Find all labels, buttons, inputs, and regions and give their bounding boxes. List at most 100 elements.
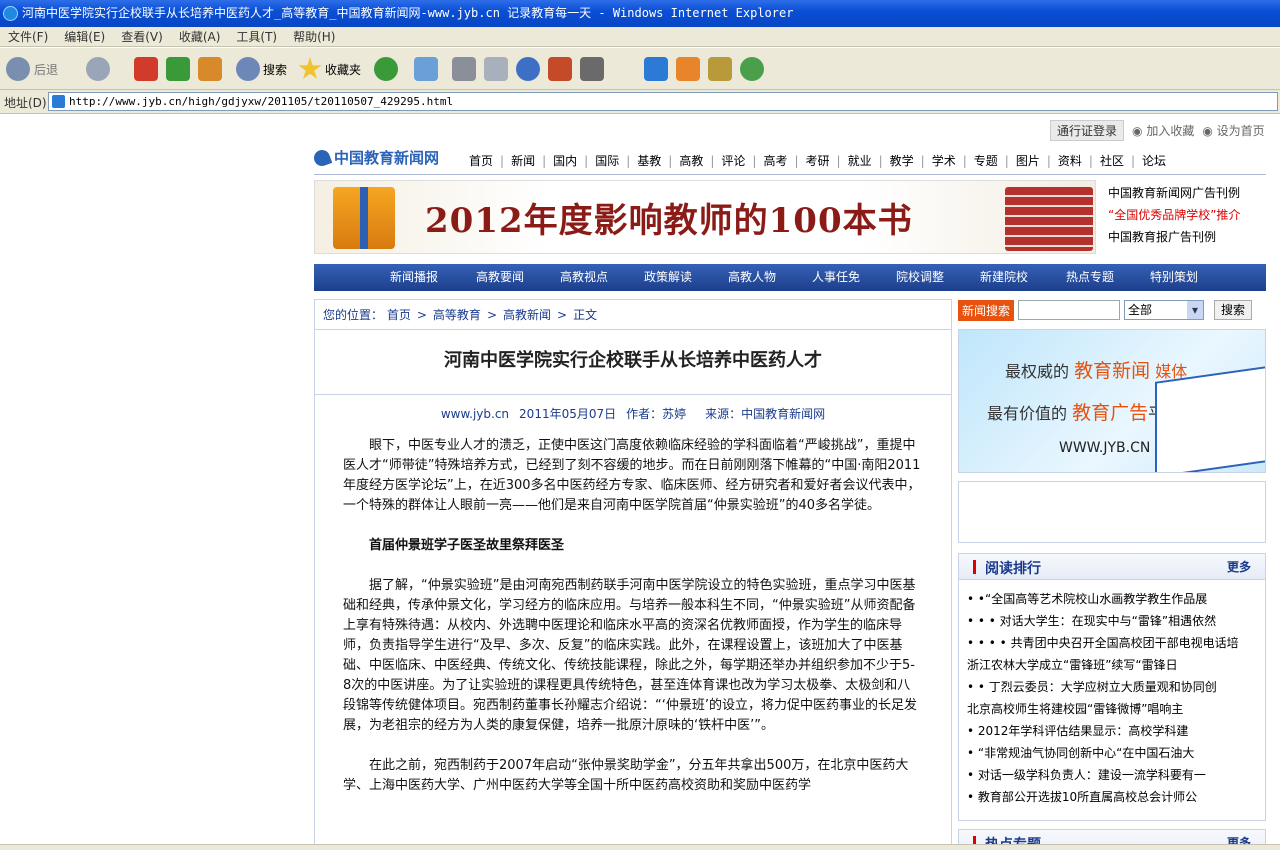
ad-url: WWW.JYB.CN	[1059, 440, 1151, 456]
nav-item[interactable]: 评论	[718, 152, 748, 169]
breadcrumb: 您的位置： 首页 > 高等教育 > 高教新闻 > 正文	[315, 300, 951, 330]
back-button[interactable]: 后退	[6, 54, 58, 84]
rank-more-link[interactable]: 更多	[1227, 558, 1251, 575]
ad-highlight: 教育新闻	[1074, 360, 1151, 382]
plugin-icon	[644, 57, 668, 81]
research-button[interactable]	[580, 54, 604, 84]
mail-icon	[414, 57, 438, 81]
login-button[interactable]: 通行证登录	[1050, 119, 1125, 141]
nav-item[interactable]: 就业	[845, 152, 875, 169]
nav-item[interactable]: 社区	[1097, 152, 1127, 169]
subnav-item[interactable]: 新闻播报	[390, 264, 438, 291]
add-favorite-link[interactable]: ◉ 加入收藏	[1132, 122, 1194, 139]
breadcrumb-link[interactable]: 首页	[387, 308, 411, 322]
breadcrumb-link[interactable]: 高教新闻	[503, 308, 551, 322]
favorites-button[interactable]: 收藏夹	[298, 54, 361, 84]
menu-view[interactable]: 查看(V)	[113, 27, 171, 47]
menu-tools[interactable]: 工具(T)	[228, 27, 285, 47]
ad-link[interactable]: “全国优秀品牌学校”推介	[1108, 204, 1240, 226]
search-input[interactable]	[1018, 300, 1121, 320]
forward-button[interactable]	[86, 54, 110, 84]
nav-item[interactable]: 教学	[887, 152, 917, 169]
list-item[interactable]: • •“全国高等艺术院校山水画教学教生作品展	[967, 588, 1257, 610]
subnav-item[interactable]: 院校调整	[896, 264, 944, 291]
gift-box-icon	[333, 187, 395, 249]
home-button[interactable]	[198, 54, 222, 84]
list-item[interactable]: • • • 对话大学生：在现实中与“雷锋”相遇依然	[967, 610, 1257, 632]
banner-ad[interactable]: 2012年度影响教师的100本书	[314, 180, 1096, 254]
horizontal-scrollbar[interactable]	[0, 844, 1280, 850]
nav-item[interactable]: 新闻	[508, 152, 538, 169]
ad-link[interactable]: 中国教育新闻网广告刊例	[1108, 182, 1240, 204]
subnav-item[interactable]: 高教要闻	[476, 264, 524, 291]
nav-item[interactable]: 考研	[803, 152, 833, 169]
edit-button[interactable]	[484, 54, 508, 84]
nav-item[interactable]: 专题	[971, 152, 1001, 169]
nav-item[interactable]: 基教	[634, 152, 664, 169]
article-title: 河南中医学院实行企校联手从长培养中医药人才	[444, 350, 822, 371]
address-label: 地址(D)	[4, 96, 47, 110]
print-button[interactable]	[452, 54, 476, 84]
nav-item[interactable]: 首页	[466, 152, 496, 169]
subnav-item[interactable]: 特别策划	[1150, 264, 1198, 291]
list-item[interactable]: 北京高校师生将建校园“雷锋微博”唱响主	[967, 698, 1257, 720]
nav-item[interactable]: 论坛	[1139, 152, 1169, 169]
search-scope-select[interactable]: 全部	[1124, 300, 1205, 320]
breadcrumb-link[interactable]: 高等教育	[433, 308, 481, 322]
meta-site[interactable]: www.jyb.cn	[436, 407, 514, 421]
address-bar: 地址(D) http://www.jyb.cn/high/gdjyxw/2011…	[0, 90, 1280, 114]
subnav-item[interactable]: 政策解读	[644, 264, 692, 291]
messenger-button[interactable]	[548, 54, 572, 84]
ad-links: 中国教育新闻网广告刊例 “全国优秀品牌学校”推介 中国教育报广告刊例	[1108, 182, 1240, 248]
sidebar: 新闻搜索 全部 搜索 最权威的 教育新闻 媒体 最有价值的 教育广告平台 WWW…	[958, 299, 1266, 850]
list-item[interactable]: • “非常规油气协同创新中心“在中国石油大	[967, 742, 1257, 764]
menu-file[interactable]: 文件(F)	[0, 27, 56, 47]
list-item[interactable]: • • • • 共青团中央召开全国高校团干部电视电话培	[967, 632, 1257, 654]
menu-edit[interactable]: 编辑(E)	[56, 27, 113, 47]
address-input[interactable]: http://www.jyb.cn/high/gdjyxw/201105/t20…	[48, 92, 1278, 111]
article-paragraph: 在此之前，宛西制药于2007年启动“张仲景奖助学金”，分五年共拿出500万，在北…	[343, 758, 909, 793]
list-item[interactable]: • • 丁烈云委员：大学应树立大质量观和协同创	[967, 676, 1257, 698]
discuss-button[interactable]	[516, 54, 540, 84]
ad-link[interactable]: 中国教育报广告刊例	[1108, 226, 1240, 248]
list-item[interactable]: • 教育部公开选拔10所直属高校总会计师公	[967, 786, 1257, 808]
ad-line-1: 最权威的 教育新闻 媒体	[1005, 356, 1187, 383]
nav-item[interactable]: 高教	[676, 152, 706, 169]
menu-favorites[interactable]: 收藏(A)	[171, 27, 229, 47]
list-item[interactable]: • 2012年学科评估结果显示：高校学科建	[967, 720, 1257, 742]
nav-item[interactable]: 学术	[929, 152, 959, 169]
history-button[interactable]	[374, 54, 398, 84]
stop-button[interactable]	[134, 54, 158, 84]
sidebar-ad[interactable]: 最权威的 教育新闻 媒体 最有价值的 教育广告平台 WWW.JYB.CN	[958, 329, 1266, 473]
subnav-item[interactable]: 高教视点	[560, 264, 608, 291]
search-submit-button[interactable]: 搜索	[1214, 300, 1253, 320]
nav-item[interactable]: 高考	[760, 152, 790, 169]
window-titlebar: 河南中医学院实行企校联手从长培养中医药人才_高等教育_中国教育新闻网-www.j…	[0, 0, 1280, 27]
set-home-link[interactable]: ◉ 设为首页	[1202, 122, 1264, 139]
nav-item[interactable]: 资料	[1055, 152, 1085, 169]
breadcrumb-current[interactable]: 正文	[573, 308, 597, 322]
screenshot-image	[1155, 362, 1265, 472]
nav-item[interactable]: 图片	[1013, 152, 1043, 169]
plugin-button-1[interactable]	[644, 54, 668, 84]
search-button[interactable]: 搜索	[236, 54, 287, 84]
list-item[interactable]: • 对话一级学科负责人：建设一流学科要有一	[967, 764, 1257, 786]
refresh-button[interactable]	[166, 54, 190, 84]
list-item[interactable]: 浙江农林大学成立“雷锋班”续写“雷锋日	[967, 654, 1257, 676]
site-logo[interactable]: 中国教育新闻网	[311, 147, 439, 168]
banner-text: 2012年度影响教师的100本书	[425, 201, 913, 241]
subnav-item[interactable]: 新建院校	[980, 264, 1028, 291]
plugin-button-3[interactable]	[708, 54, 732, 84]
plugin-button-4[interactable]	[740, 54, 764, 84]
nav-item[interactable]: 国际	[592, 152, 622, 169]
header-bar	[973, 560, 976, 574]
subnav-item[interactable]: 高教人物	[728, 264, 776, 291]
sub-nav: 新闻播报 高教要闻 高教视点 政策解读 高教人物 人事任免 院校调整 新建院校 …	[314, 264, 1266, 291]
article-body: 眼下，中医专业人才的溃乏，正使中医这门高度依赖临床经验的学科面临着“严峻挑战”，…	[343, 436, 923, 816]
subnav-item[interactable]: 热点专题	[1066, 264, 1114, 291]
subnav-item[interactable]: 人事任免	[812, 264, 860, 291]
menu-help[interactable]: 帮助(H)	[285, 27, 343, 47]
mail-button[interactable]	[414, 54, 438, 84]
plugin-button-2[interactable]	[676, 54, 700, 84]
nav-item[interactable]: 国内	[550, 152, 580, 169]
